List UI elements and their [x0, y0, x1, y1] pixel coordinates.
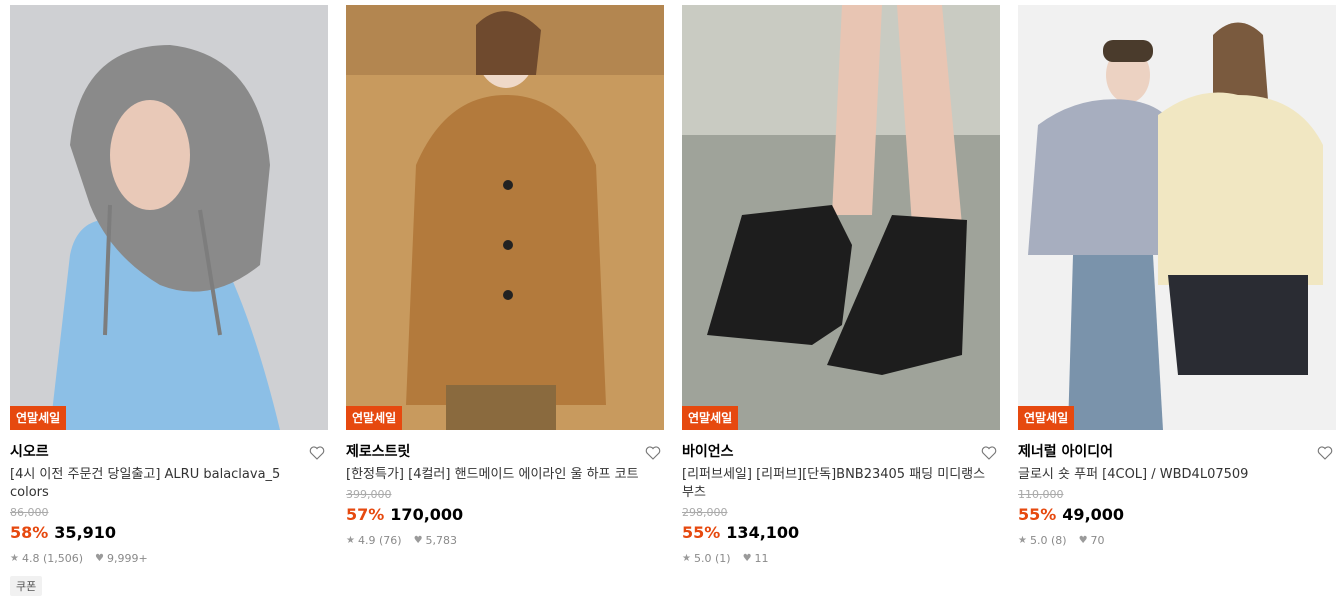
- heart-icon[interactable]: [1316, 444, 1334, 462]
- brand-name[interactable]: 바이언스: [682, 442, 1000, 462]
- product-card[interactable]: 연말세일 시오르 [4시 이전 주문건 당일출고] ALRU balaclava…: [10, 5, 328, 596]
- product-meta: ★ 5.0 (8) ♥ 70: [1018, 534, 1336, 548]
- product-photo-padded-boots: [682, 5, 1000, 430]
- sale-badge: 연말세일: [10, 406, 67, 430]
- like-count: 70: [1090, 534, 1105, 547]
- price-row: 55% 49,000: [1018, 504, 1336, 526]
- star-icon: ★: [10, 553, 19, 564]
- brand-name[interactable]: 시오르: [10, 442, 328, 462]
- sale-price: 170,000: [390, 505, 464, 524]
- brand-name[interactable]: 제너럴 아이디어: [1018, 442, 1336, 462]
- product-photo-glossy-puffers: [1018, 5, 1336, 430]
- product-name[interactable]: 글로시 숏 푸퍼 [4COL] / WBD4L07509: [1018, 466, 1328, 484]
- heart-icon[interactable]: [980, 444, 998, 462]
- rating: 5.0: [693, 552, 712, 565]
- heart-filled-icon: ♥: [1078, 535, 1088, 546]
- product-image[interactable]: 연말세일: [10, 5, 328, 430]
- product-name[interactable]: [4시 이전 주문건 당일출고] ALRU balaclava_5 colors: [10, 466, 320, 502]
- sale-price: 35,910: [54, 523, 117, 542]
- price-row: 57% 170,000: [346, 504, 664, 526]
- original-price: 298,000: [682, 506, 728, 519]
- price-row: 55% 134,100: [682, 522, 1000, 544]
- heart-filled-icon: ♥: [95, 553, 105, 564]
- discount-rate: 57%: [346, 505, 385, 524]
- product-image[interactable]: 연말세일: [346, 5, 664, 430]
- discount-rate: 58%: [10, 523, 49, 542]
- product-name[interactable]: [리퍼브세일] [리퍼브][단독]BNB23405 패딩 미디랭스 부츠: [682, 466, 992, 502]
- heart-filled-icon: ♥: [413, 535, 423, 546]
- star-icon: ★: [346, 535, 355, 546]
- original-price: 110,000: [1018, 488, 1064, 501]
- product-card[interactable]: 연말세일 제너럴 아이디어 글로시 숏 푸퍼 [4COL] / WBD4L075…: [1018, 5, 1336, 548]
- price-row: 58% 35,910: [10, 522, 328, 544]
- original-price: 86,000: [10, 506, 49, 519]
- sale-price: 134,100: [726, 523, 800, 542]
- original-price: 399,000: [346, 488, 392, 501]
- product-meta: ★ 4.8 (1,506) ♥ 9,999+: [10, 552, 328, 566]
- product-image[interactable]: 연말세일: [682, 5, 1000, 430]
- heart-icon[interactable]: [308, 444, 326, 462]
- sale-price: 49,000: [1062, 505, 1125, 524]
- heart-filled-icon: ♥: [742, 553, 752, 564]
- product-card[interactable]: 연말세일 제로스트릿 [한정특가] [4컬러] 핸드메이드 에이라인 울 하프 …: [346, 5, 664, 548]
- sale-badge: 연말세일: [1018, 406, 1075, 430]
- rating: 4.8: [21, 552, 40, 565]
- product-photo-hooded-balaclava: [10, 5, 328, 430]
- review-count: (76): [378, 534, 402, 547]
- review-count: (1): [714, 552, 731, 565]
- star-icon: ★: [682, 553, 691, 564]
- sale-badge: 연말세일: [682, 406, 739, 430]
- like-count: 5,783: [425, 534, 458, 547]
- sale-badge: 연말세일: [346, 406, 403, 430]
- star-icon: ★: [1018, 535, 1027, 546]
- product-meta: ★ 4.9 (76) ♥ 5,783: [346, 534, 664, 548]
- heart-icon[interactable]: [644, 444, 662, 462]
- product-meta: ★ 5.0 (1) ♥ 11: [682, 552, 1000, 566]
- coupon-tag: 쿠폰: [10, 576, 43, 596]
- discount-rate: 55%: [1018, 505, 1057, 524]
- discount-rate: 55%: [682, 523, 721, 542]
- like-count: 9,999+: [107, 552, 148, 565]
- like-count: 11: [754, 552, 769, 565]
- review-count: (1,506): [42, 552, 84, 565]
- product-image[interactable]: 연말세일: [1018, 5, 1336, 430]
- product-photo-camel-coat: [346, 5, 664, 430]
- rating: 5.0: [1029, 534, 1048, 547]
- product-card[interactable]: 연말세일 바이언스 [리퍼브세일] [리퍼브][단독]BNB23405 패딩 미…: [682, 5, 1000, 566]
- product-name[interactable]: [한정특가] [4컬러] 핸드메이드 에이라인 울 하프 코트: [346, 466, 656, 484]
- review-count: (8): [1050, 534, 1067, 547]
- rating: 4.9: [357, 534, 376, 547]
- brand-name[interactable]: 제로스트릿: [346, 442, 664, 462]
